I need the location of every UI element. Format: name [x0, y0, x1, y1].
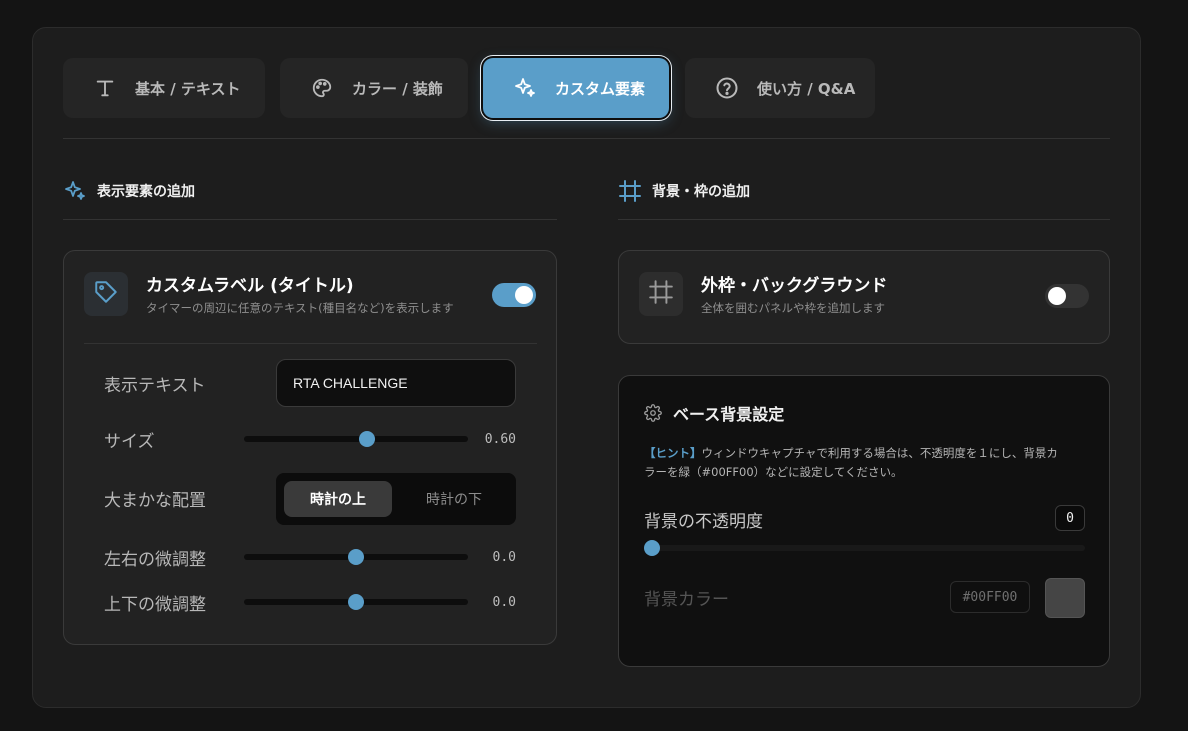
placement-below-button[interactable]: 時計の下 [400, 481, 508, 517]
text-icon [93, 76, 117, 100]
base-background-title: ベース背景設定 [643, 401, 784, 425]
sparkles-icon [513, 76, 537, 100]
settings-panel: 基本 / テキスト カラー / 装飾 カスタム要素 使い方 / Q&A 表示要素… [32, 27, 1141, 708]
offset-y-label: 上下の微調整 [104, 595, 206, 615]
offset-x-value: 0.0 [492, 550, 516, 565]
base-background-title-text: ベース背景設定 [673, 405, 785, 424]
toggle-knob [1048, 287, 1066, 305]
tab-custom-elements[interactable]: カスタム要素 [483, 58, 669, 118]
hint-line-2: ラーを緑（#00FF00）などに設定してください。 [644, 465, 903, 479]
section-title-text: 表示要素の追加 [97, 184, 195, 200]
placement-above-button[interactable]: 時計の上 [284, 481, 392, 517]
toggle-knob [515, 286, 533, 304]
offset-y-slider[interactable] [244, 594, 468, 610]
tab-label: 使い方 / Q&A [757, 79, 856, 98]
opacity-slider[interactable] [644, 540, 1085, 556]
placement-segmented-control: 時計の上 時計の下 [276, 473, 516, 525]
slider-thumb[interactable] [348, 594, 364, 610]
slider-thumb[interactable] [359, 431, 376, 447]
custom-label-card: カスタムラベル (タイトル) タイマーの周辺に任意のテキスト(種目名など)を表示… [63, 250, 557, 645]
offset-x-slider[interactable] [244, 549, 468, 565]
display-text-input[interactable] [276, 359, 516, 407]
tab-label: カラー / 装飾 [352, 79, 443, 98]
frame-subtitle: 全体を囲むパネルや枠を追加します [701, 301, 885, 315]
offset-y-value: 0.0 [492, 595, 516, 610]
frame-toggle[interactable] [1045, 284, 1089, 308]
help-icon [715, 76, 739, 100]
placement-label: 大まかな配置 [104, 491, 206, 511]
tab-divider [63, 138, 1110, 139]
sparkles-icon [63, 179, 87, 203]
custom-label-subtitle: タイマーの周辺に任意のテキスト(種目名など)を表示します [146, 301, 454, 315]
size-value: 0.60 [484, 432, 516, 447]
tab-basic-text[interactable]: 基本 / テキスト [63, 58, 265, 118]
tab-color-decoration[interactable]: カラー / 装飾 [280, 58, 468, 118]
opacity-label: 背景の不透明度 [644, 512, 763, 532]
custom-label-toggle[interactable] [492, 283, 536, 307]
display-text-label: 表示テキスト [104, 376, 206, 396]
hint-text: 【ヒント】ウィンドウキャプチャで利用する場合は、不透明度を１にし、背景カ ラーを… [644, 444, 1094, 482]
gear-icon [643, 403, 663, 423]
background-color-hex[interactable]: #00FF00 [950, 581, 1030, 613]
background-color-swatch[interactable] [1045, 578, 1085, 618]
frame-title: 外枠・バックグラウンド [701, 276, 888, 296]
frame-background-card: 外枠・バックグラウンド 全体を囲むパネルや枠を追加します [618, 250, 1110, 344]
section-title-display-elements: 表示要素の追加 [63, 179, 195, 203]
background-color-label: 背景カラー [644, 590, 729, 610]
hash-frame-icon [648, 279, 674, 309]
hint-line-1: ウィンドウキャプチャで利用する場合は、不透明度を１にし、背景カ [701, 446, 1058, 460]
section-title-text: 背景・枠の追加 [652, 184, 750, 200]
section-title-background-frame: 背景・枠の追加 [618, 179, 750, 203]
tag-icon [93, 279, 119, 309]
tab-help-qa[interactable]: 使い方 / Q&A [685, 58, 875, 118]
size-label: サイズ [104, 432, 155, 452]
opacity-value: 0 [1055, 505, 1085, 531]
slider-thumb[interactable] [348, 549, 364, 565]
tab-label: カスタム要素 [555, 79, 646, 98]
size-slider[interactable] [244, 431, 468, 447]
tab-label: 基本 / テキスト [135, 79, 241, 98]
palette-icon [310, 76, 334, 100]
custom-label-title: カスタムラベル (タイトル) [146, 276, 354, 296]
offset-x-label: 左右の微調整 [104, 550, 206, 570]
frame-icon-box [639, 272, 683, 316]
hint-tag: 【ヒント】 [644, 446, 702, 460]
section-divider [618, 219, 1110, 220]
card-divider [84, 343, 537, 344]
section-divider [63, 219, 557, 220]
slider-thumb[interactable] [644, 540, 660, 556]
tag-icon-box [84, 272, 128, 316]
base-background-card: ベース背景設定 【ヒント】ウィンドウキャプチャで利用する場合は、不透明度を１にし… [618, 375, 1110, 667]
hash-frame-icon [618, 179, 642, 203]
